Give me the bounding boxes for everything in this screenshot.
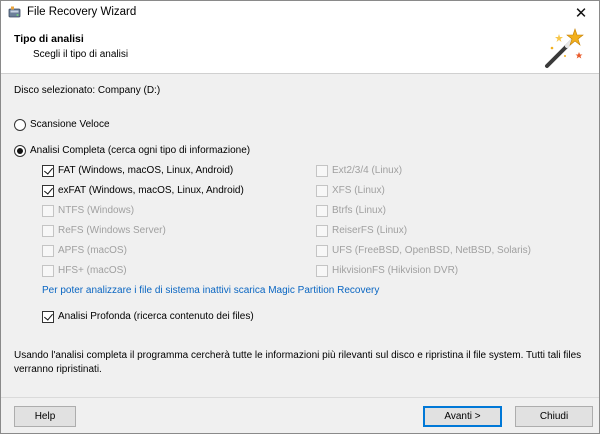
reiserfs-checkbox[interactable] xyxy=(316,225,328,237)
fast-scan-label[interactable]: Scansione Veloce xyxy=(30,119,110,130)
fs-label-ntfs: NTFS (Windows) xyxy=(58,205,135,216)
xfs-checkbox[interactable] xyxy=(316,185,328,197)
ext-checkbox[interactable] xyxy=(316,165,328,177)
fast-scan-radio[interactable] xyxy=(14,119,26,131)
deep-scan-checkbox[interactable] xyxy=(42,311,54,323)
disk-recovery-icon xyxy=(8,6,21,18)
window-title: File Recovery Wizard xyxy=(27,6,137,18)
fs-label-reiserfs: ReiserFS (Linux) xyxy=(332,225,408,236)
exfat-checkbox[interactable] xyxy=(42,185,54,197)
scan-description: Usando l'analisi completa il programma c… xyxy=(14,350,582,375)
ufs-checkbox[interactable] xyxy=(316,245,328,257)
page-title: Tipo di analisi xyxy=(14,33,84,45)
next-button[interactable]: Avanti > xyxy=(423,406,502,427)
fs-label-refs: ReFS (Windows Server) xyxy=(58,225,166,236)
fs-label-hfsplus: HFS+ (macOS) xyxy=(58,265,127,276)
help-button[interactable]: Help xyxy=(14,406,76,427)
fat-checkbox[interactable] xyxy=(42,165,54,177)
close-button[interactable]: Chiudi xyxy=(515,406,593,427)
magic-wand-icon xyxy=(545,28,584,68)
wizard-content: Disco selezionato: Company (D:) Scansion… xyxy=(1,75,599,397)
wizard-header: Tipo di analisi Scegli il tipo di analis… xyxy=(1,24,599,74)
wizard-window: File Recovery Wizard ✕ Tipo di analisi S… xyxy=(0,0,600,434)
fs-label-hikvisionfs: HikvisionFS (Hikvision DVR) xyxy=(332,265,459,276)
fs-label-xfs: XFS (Linux) xyxy=(332,185,385,196)
title-bar: File Recovery Wizard ✕ xyxy=(1,1,599,24)
full-scan-radio[interactable] xyxy=(14,145,26,157)
btrfs-checkbox[interactable] xyxy=(316,205,328,217)
full-scan-label[interactable]: Analisi Completa (cerca ogni tipo di inf… xyxy=(30,145,250,156)
page-subtitle: Scegli il tipo di analisi xyxy=(33,49,129,60)
selected-disk-label: Disco selezionato: Company (D:) xyxy=(14,85,161,96)
fs-label-apfs: APFS (macOS) xyxy=(58,245,127,256)
deep-scan-label[interactable]: Analisi Profonda (ricerca contenuto dei … xyxy=(58,311,254,322)
fs-label-btrfs: Btrfs (Linux) xyxy=(332,205,386,216)
apfs-checkbox[interactable] xyxy=(42,245,54,257)
fs-label-exfat[interactable]: exFAT (Windows, macOS, Linux, Android) xyxy=(58,185,244,196)
refs-checkbox[interactable] xyxy=(42,225,54,237)
fs-label-ufs: UFS (FreeBSD, OpenBSD, NetBSD, Solaris) xyxy=(332,245,531,256)
hikvisionfs-checkbox[interactable] xyxy=(316,265,328,277)
download-partition-recovery-link[interactable]: Per poter analizzare i file di sistema i… xyxy=(42,285,379,296)
close-window-button[interactable]: ✕ xyxy=(563,1,599,24)
hfsplus-checkbox[interactable] xyxy=(42,265,54,277)
close-icon: ✕ xyxy=(574,4,588,22)
wizard-footer: Help Avanti > Chiudi xyxy=(1,397,599,433)
ntfs-checkbox[interactable] xyxy=(42,205,54,217)
fs-label-fat[interactable]: FAT (Windows, macOS, Linux, Android) xyxy=(58,165,233,176)
fs-label-ext: Ext2/3/4 (Linux) xyxy=(332,165,403,176)
